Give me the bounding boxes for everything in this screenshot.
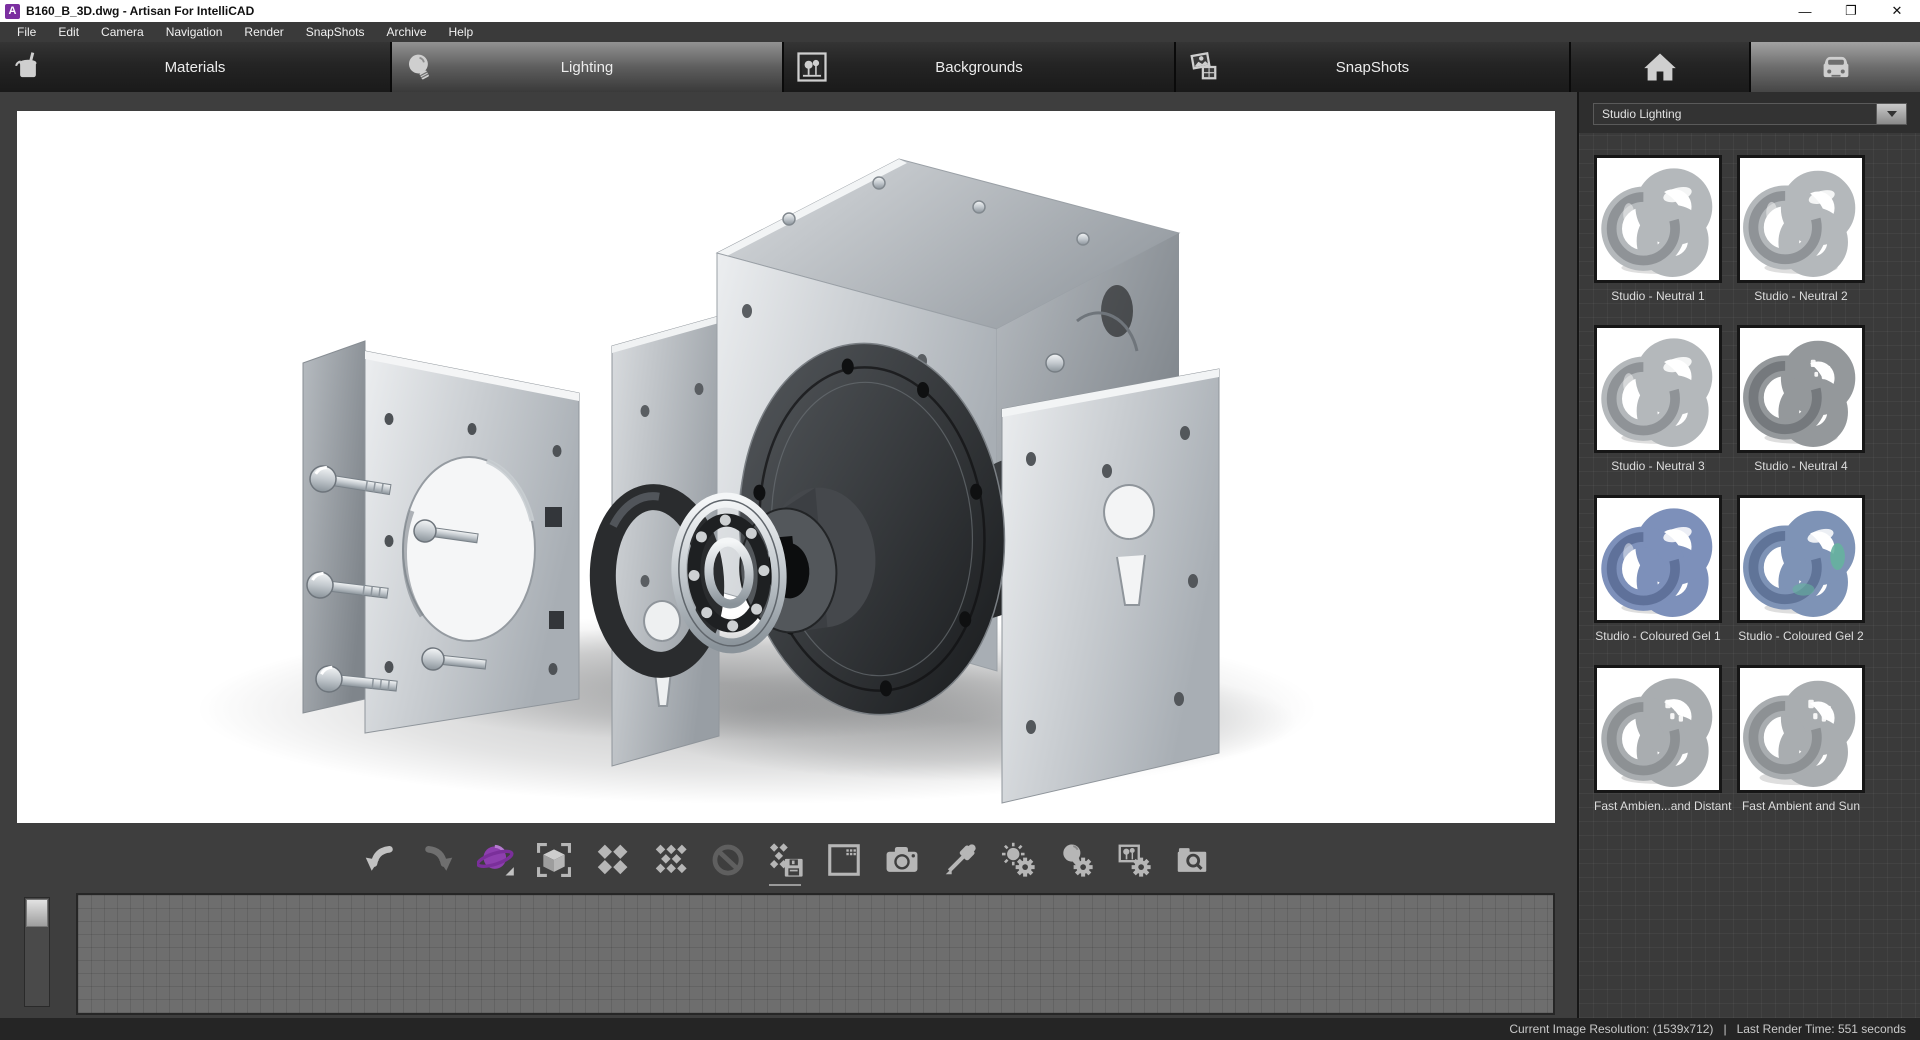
close-button[interactable]: ✕ [1874, 0, 1920, 22]
menu-archive[interactable]: Archive [376, 22, 438, 42]
status-bar: Current Image Resolution: (1539x712) | L… [0, 1018, 1920, 1040]
active-tool-underline [769, 884, 801, 886]
render-cube-icon[interactable] [533, 838, 575, 882]
tab-backgrounds[interactable]: Backgrounds [784, 42, 1174, 92]
tab-bar: Materials Lighting [0, 42, 1920, 92]
preset-label: Studio - Coloured Gel 1 [1594, 629, 1722, 643]
render-off-icon[interactable] [707, 838, 749, 882]
light-bulb-icon [402, 49, 438, 85]
preset-label: Studio - Neutral 2 [1737, 289, 1865, 303]
menu-edit[interactable]: Edit [47, 22, 90, 42]
preset-label: Studio - Neutral 3 [1594, 459, 1722, 473]
car-icon [1818, 49, 1854, 85]
preset-studio-neutral-3[interactable]: Studio - Neutral 3 [1594, 325, 1722, 473]
menu-bar: File Edit Camera Navigation Render SnapS… [0, 22, 1920, 42]
menu-navigation[interactable]: Navigation [155, 22, 234, 42]
preset-studio-neutral-1[interactable]: Studio - Neutral 1 [1594, 155, 1722, 303]
status-image-resolution: Current Image Resolution: (1539x712) [1509, 1022, 1713, 1036]
menu-snapshots[interactable]: SnapShots [295, 22, 376, 42]
lighting-presets-panel: Studio - Neutral 1 [1579, 133, 1920, 1018]
lighting-sidebar: Studio Lighting [1577, 92, 1920, 1018]
preset-thumbnail [1594, 155, 1722, 283]
status-separator: | [1723, 1022, 1726, 1036]
tray-scrollbar-thumb[interactable] [26, 899, 48, 927]
preset-thumbnail [1737, 155, 1865, 283]
preset-studio-neutral-2[interactable]: Studio - Neutral 2 [1737, 155, 1865, 303]
title-bar: A B160_B_3D.dwg - Artisan For IntelliCAD… [0, 0, 1920, 22]
preset-label: Studio - Neutral 4 [1737, 459, 1865, 473]
restore-button[interactable]: ❐ [1828, 0, 1874, 22]
tab-lighting-label: Lighting [392, 59, 782, 76]
light-settings-icon[interactable] [1055, 838, 1097, 882]
preset-thumbnail [1737, 325, 1865, 453]
landscape-icon [794, 49, 830, 85]
dropdown-arrow-button[interactable] [1876, 104, 1906, 124]
main-area: Studio Lighting [0, 92, 1920, 1018]
app-window: A B160_B_3D.dwg - Artisan For IntelliCAD… [0, 0, 1920, 1040]
preset-studio-coloured-gel-2[interactable]: Studio - Coloured Gel 2 [1737, 495, 1865, 643]
background-settings-icon[interactable] [1113, 838, 1155, 882]
photo-stack-icon [1186, 49, 1222, 85]
preset-studio-coloured-gel-1[interactable]: Studio - Coloured Gel 1 [1594, 495, 1722, 643]
home-icon [1642, 49, 1678, 85]
quality-coarse-icon[interactable] [591, 838, 633, 882]
lighting-preset-dropdown-value: Studio Lighting [1594, 107, 1876, 121]
preset-thumbnail [1737, 495, 1865, 623]
menu-render[interactable]: Render [233, 22, 294, 42]
app-logo-icon: A [5, 4, 20, 19]
vehicle-tab[interactable] [1751, 42, 1920, 92]
preset-label: Fast Ambient and Sun [1737, 799, 1865, 813]
sun-settings-icon[interactable] [997, 838, 1039, 882]
preset-label: Fast Ambien...and Distant [1594, 799, 1722, 813]
window-title: B160_B_3D.dwg - Artisan For IntelliCAD [26, 4, 254, 18]
preset-thumbnail [1737, 665, 1865, 793]
tab-lighting[interactable]: Lighting [392, 42, 782, 92]
minimize-button[interactable]: — [1782, 0, 1828, 22]
menu-file[interactable]: File [6, 22, 47, 42]
status-render-time: Last Render Time: 551 seconds [1737, 1022, 1906, 1036]
tab-materials-label: Materials [0, 59, 390, 76]
home-tab[interactable] [1571, 42, 1749, 92]
rendered-model-gearbox [17, 111, 1555, 823]
render-toolbar [17, 832, 1555, 888]
menu-help[interactable]: Help [438, 22, 485, 42]
preset-label: Studio - Neutral 1 [1594, 289, 1722, 303]
preset-fast-ambient-and-distant[interactable]: Fast Ambien...and Distant [1594, 665, 1722, 813]
asset-tray[interactable] [76, 893, 1555, 1015]
preset-thumbnail [1594, 665, 1722, 793]
preset-studio-neutral-4[interactable]: Studio - Neutral 4 [1737, 325, 1865, 473]
preset-thumbnail [1594, 325, 1722, 453]
tab-snapshots[interactable]: SnapShots [1176, 42, 1569, 92]
paint-bucket-icon [10, 49, 46, 85]
eyedropper-icon[interactable] [939, 838, 981, 882]
undo-icon[interactable] [359, 838, 401, 882]
preset-thumbnail [1594, 495, 1722, 623]
render-planet-icon[interactable] [475, 838, 517, 882]
window-controls: — ❐ ✕ [1782, 0, 1920, 22]
tab-materials[interactable]: Materials [0, 42, 390, 92]
snapshot-camera-icon[interactable] [881, 838, 923, 882]
quality-save-icon[interactable] [765, 838, 807, 882]
quality-fine-icon[interactable] [649, 838, 691, 882]
preset-label: Studio - Coloured Gel 2 [1737, 629, 1865, 643]
chevron-down-icon [1887, 111, 1897, 117]
render-region-icon[interactable] [823, 838, 865, 882]
tab-backgrounds-label: Backgrounds [784, 59, 1174, 76]
render-viewport[interactable] [17, 111, 1555, 823]
tray-scrollbar[interactable] [24, 897, 50, 1007]
menu-camera[interactable]: Camera [90, 22, 155, 42]
redo-icon[interactable] [417, 838, 459, 882]
lighting-preset-dropdown[interactable]: Studio Lighting [1593, 103, 1907, 125]
tab-snapshots-label: SnapShots [1176, 59, 1569, 76]
preset-fast-ambient-and-sun[interactable]: Fast Ambient and Sun [1737, 665, 1865, 813]
content-area [0, 92, 1577, 1018]
browse-renders-icon[interactable] [1171, 838, 1213, 882]
